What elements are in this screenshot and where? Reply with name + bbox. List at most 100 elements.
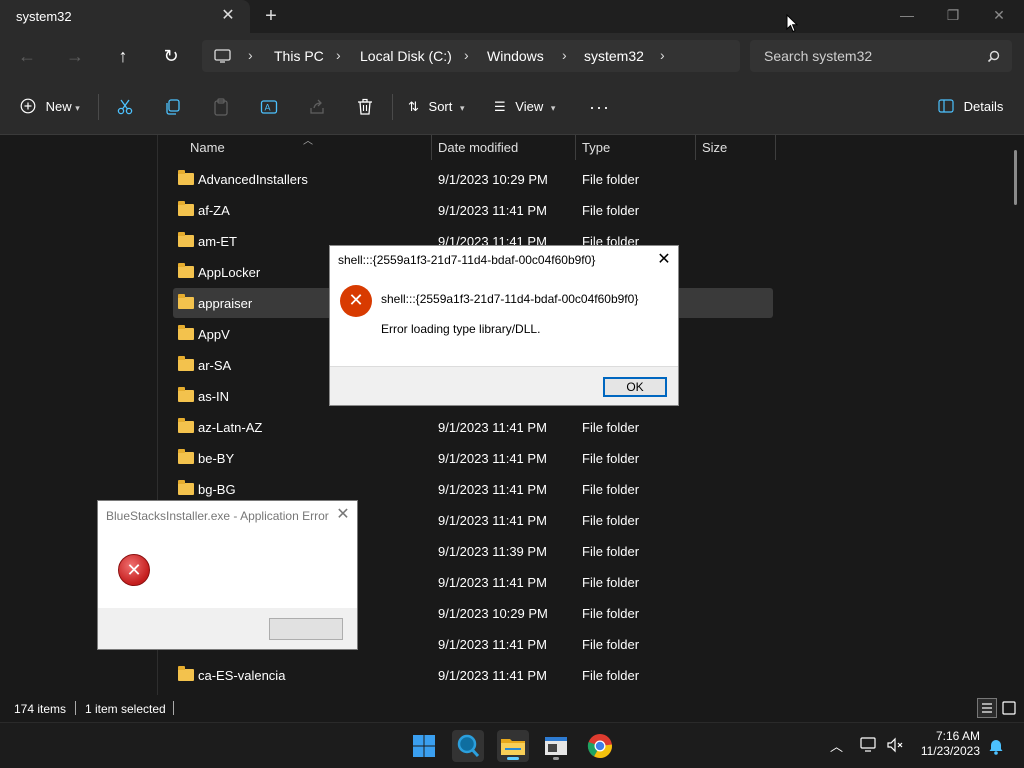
dialog-body: ✕ shell:::{2559a1f3-21d7-11d4-bdaf-00c04… [330, 276, 678, 366]
file-date: 9/1/2023 11:41 PM [438, 451, 547, 466]
sort-icon: ⇅ [408, 99, 419, 114]
chevron-right-icon: › [248, 47, 253, 63]
file-name: bg-BG [198, 482, 236, 497]
folder-icon [178, 201, 194, 216]
volume-muted-icon[interactable] [886, 737, 904, 753]
more-options-icon[interactable]: ··· [589, 95, 610, 119]
column-header-name[interactable]: Name [190, 135, 225, 160]
details-pane-button[interactable]: Details [938, 95, 1003, 119]
file-row[interactable]: az-Latn-AZ 9/1/2023 11:41 PM File folder [173, 412, 773, 442]
file-row[interactable]: af-ZA 9/1/2023 11:41 PM File folder [173, 195, 773, 225]
app-taskbar-button[interactable] [540, 730, 572, 762]
file-date: 9/1/2023 11:41 PM [438, 482, 547, 497]
details-view-toggle[interactable] [977, 698, 997, 718]
search-taskbar-button[interactable] [452, 730, 484, 762]
view-list-icon: ☰ [494, 99, 506, 114]
tab-system32[interactable]: system32 ✕ [0, 0, 250, 33]
column-divider[interactable] [775, 135, 776, 160]
chevron-right-icon: › [336, 47, 341, 63]
dialog-close-button[interactable]: ✕ [652, 249, 676, 271]
dialog-title: shell:::{2559a1f3-21d7-11d4-bdaf-00c04f6… [338, 253, 596, 267]
clock[interactable]: 7:16 AM 11/23/2023 [910, 729, 980, 759]
up-button[interactable]: ↑ [108, 41, 138, 71]
breadcrumb-system32[interactable]: system32 [584, 48, 644, 64]
breadcrumb-this-pc[interactable]: This PC [274, 48, 324, 64]
breadcrumb-local-disk[interactable]: Local Disk (C:) [360, 48, 452, 64]
file-name: AdvancedInstallers [198, 172, 308, 187]
forward-button[interactable]: → [60, 41, 90, 71]
delete-icon[interactable] [356, 98, 374, 116]
file-name: ca-ES-valencia [198, 668, 286, 683]
status-bar: 174 items 1 item selected [0, 695, 1024, 722]
view-button[interactable]: ☰ View ▾ [494, 95, 555, 119]
windows-logo-icon [413, 735, 435, 757]
scrollbar-thumb[interactable] [1014, 150, 1017, 205]
start-button[interactable] [408, 730, 440, 762]
file-type: File folder [582, 203, 640, 218]
back-button[interactable]: ← [12, 41, 42, 71]
folder-icon [178, 666, 194, 681]
share-icon[interactable] [308, 98, 326, 116]
sort-indicator-icon: ︿ [303, 136, 313, 147]
chevron-right-icon[interactable]: › [660, 47, 665, 63]
paste-icon[interactable] [212, 98, 230, 116]
close-window-button[interactable]: ✕ [976, 0, 1022, 33]
folder-icon [178, 387, 194, 402]
minimize-button[interactable]: — [884, 0, 930, 33]
tab-close-icon[interactable]: ✕ [218, 6, 238, 26]
clock-time: 7:16 AM [935, 729, 980, 743]
file-date: 9/1/2023 11:41 PM [438, 203, 547, 218]
file-row[interactable]: AdvancedInstallers 9/1/2023 10:29 PM File … [173, 164, 773, 194]
refresh-button[interactable]: ↻ [156, 41, 186, 71]
dialog-title: BlueStacksInstaller.exe - Application Er… [106, 509, 329, 523]
monitor-icon [214, 49, 231, 63]
folder-icon [178, 263, 194, 278]
notification-bell-icon[interactable] [988, 737, 1004, 755]
search-box[interactable]: Search system32 [750, 40, 1012, 72]
chrome-taskbar-button[interactable] [584, 730, 616, 762]
chevron-up-icon[interactable]: ︿ [830, 736, 843, 755]
network-icon[interactable] [860, 737, 878, 753]
search-icon [457, 734, 480, 758]
folder-icon [178, 356, 194, 371]
file-row[interactable]: be-BY 9/1/2023 11:41 PM File folder [173, 443, 773, 473]
taskbar: ︿ 7:16 AM 11/23/2023 [0, 722, 1024, 768]
mouse-cursor-icon [786, 14, 798, 33]
sort-label: Sort [428, 99, 453, 114]
new-tab-button[interactable]: + [260, 5, 282, 27]
divider [173, 701, 174, 715]
file-explorer-taskbar-button[interactable] [497, 730, 529, 762]
title-bar: system32 ✕ + — ❐ ✕ [0, 0, 1024, 33]
maximize-button[interactable]: ❐ [930, 0, 976, 33]
new-label: New [45, 99, 72, 114]
rename-icon[interactable]: A [260, 98, 278, 116]
tab-title: system32 [16, 9, 72, 24]
copy-icon[interactable] [164, 98, 182, 116]
tiles-view-toggle[interactable] [999, 698, 1019, 718]
dialog-message-path: shell:::{2559a1f3-21d7-11d4-bdaf-00c04f6… [381, 292, 639, 306]
column-divider[interactable] [695, 135, 696, 160]
ok-button[interactable]: OK [603, 377, 667, 397]
error-icon: ✕ [340, 285, 372, 317]
shell-error-dialog: shell:::{2559a1f3-21d7-11d4-bdaf-00c04f6… [329, 245, 679, 406]
folder-icon [178, 325, 194, 340]
search-icon [987, 50, 1000, 63]
file-row[interactable]: ca-ES-valencia 9/1/2023 11:41 PM File fold… [173, 660, 773, 690]
file-type: File folder [582, 172, 640, 187]
address-bar[interactable]: › This PC › Local Disk (C:) › Windows › … [202, 40, 740, 72]
dialog-button[interactable] [269, 618, 343, 640]
new-button[interactable]: New ▾ [20, 95, 80, 119]
column-header-type[interactable]: Type [582, 135, 610, 160]
breadcrumb-windows[interactable]: Windows [487, 48, 544, 64]
column-header-date[interactable]: Date modified [438, 135, 518, 160]
column-divider[interactable] [431, 135, 432, 160]
folder-icon [178, 480, 194, 495]
cut-icon[interactable] [116, 98, 134, 116]
dialog-footer [98, 608, 357, 649]
file-type: File folder [582, 544, 640, 559]
folder-icon [178, 170, 194, 185]
column-header-size[interactable]: Size [702, 135, 727, 160]
sort-button[interactable]: ⇅ Sort ▾ [408, 95, 465, 119]
column-divider[interactable] [575, 135, 576, 160]
dialog-close-button[interactable]: ✕ [331, 504, 355, 526]
